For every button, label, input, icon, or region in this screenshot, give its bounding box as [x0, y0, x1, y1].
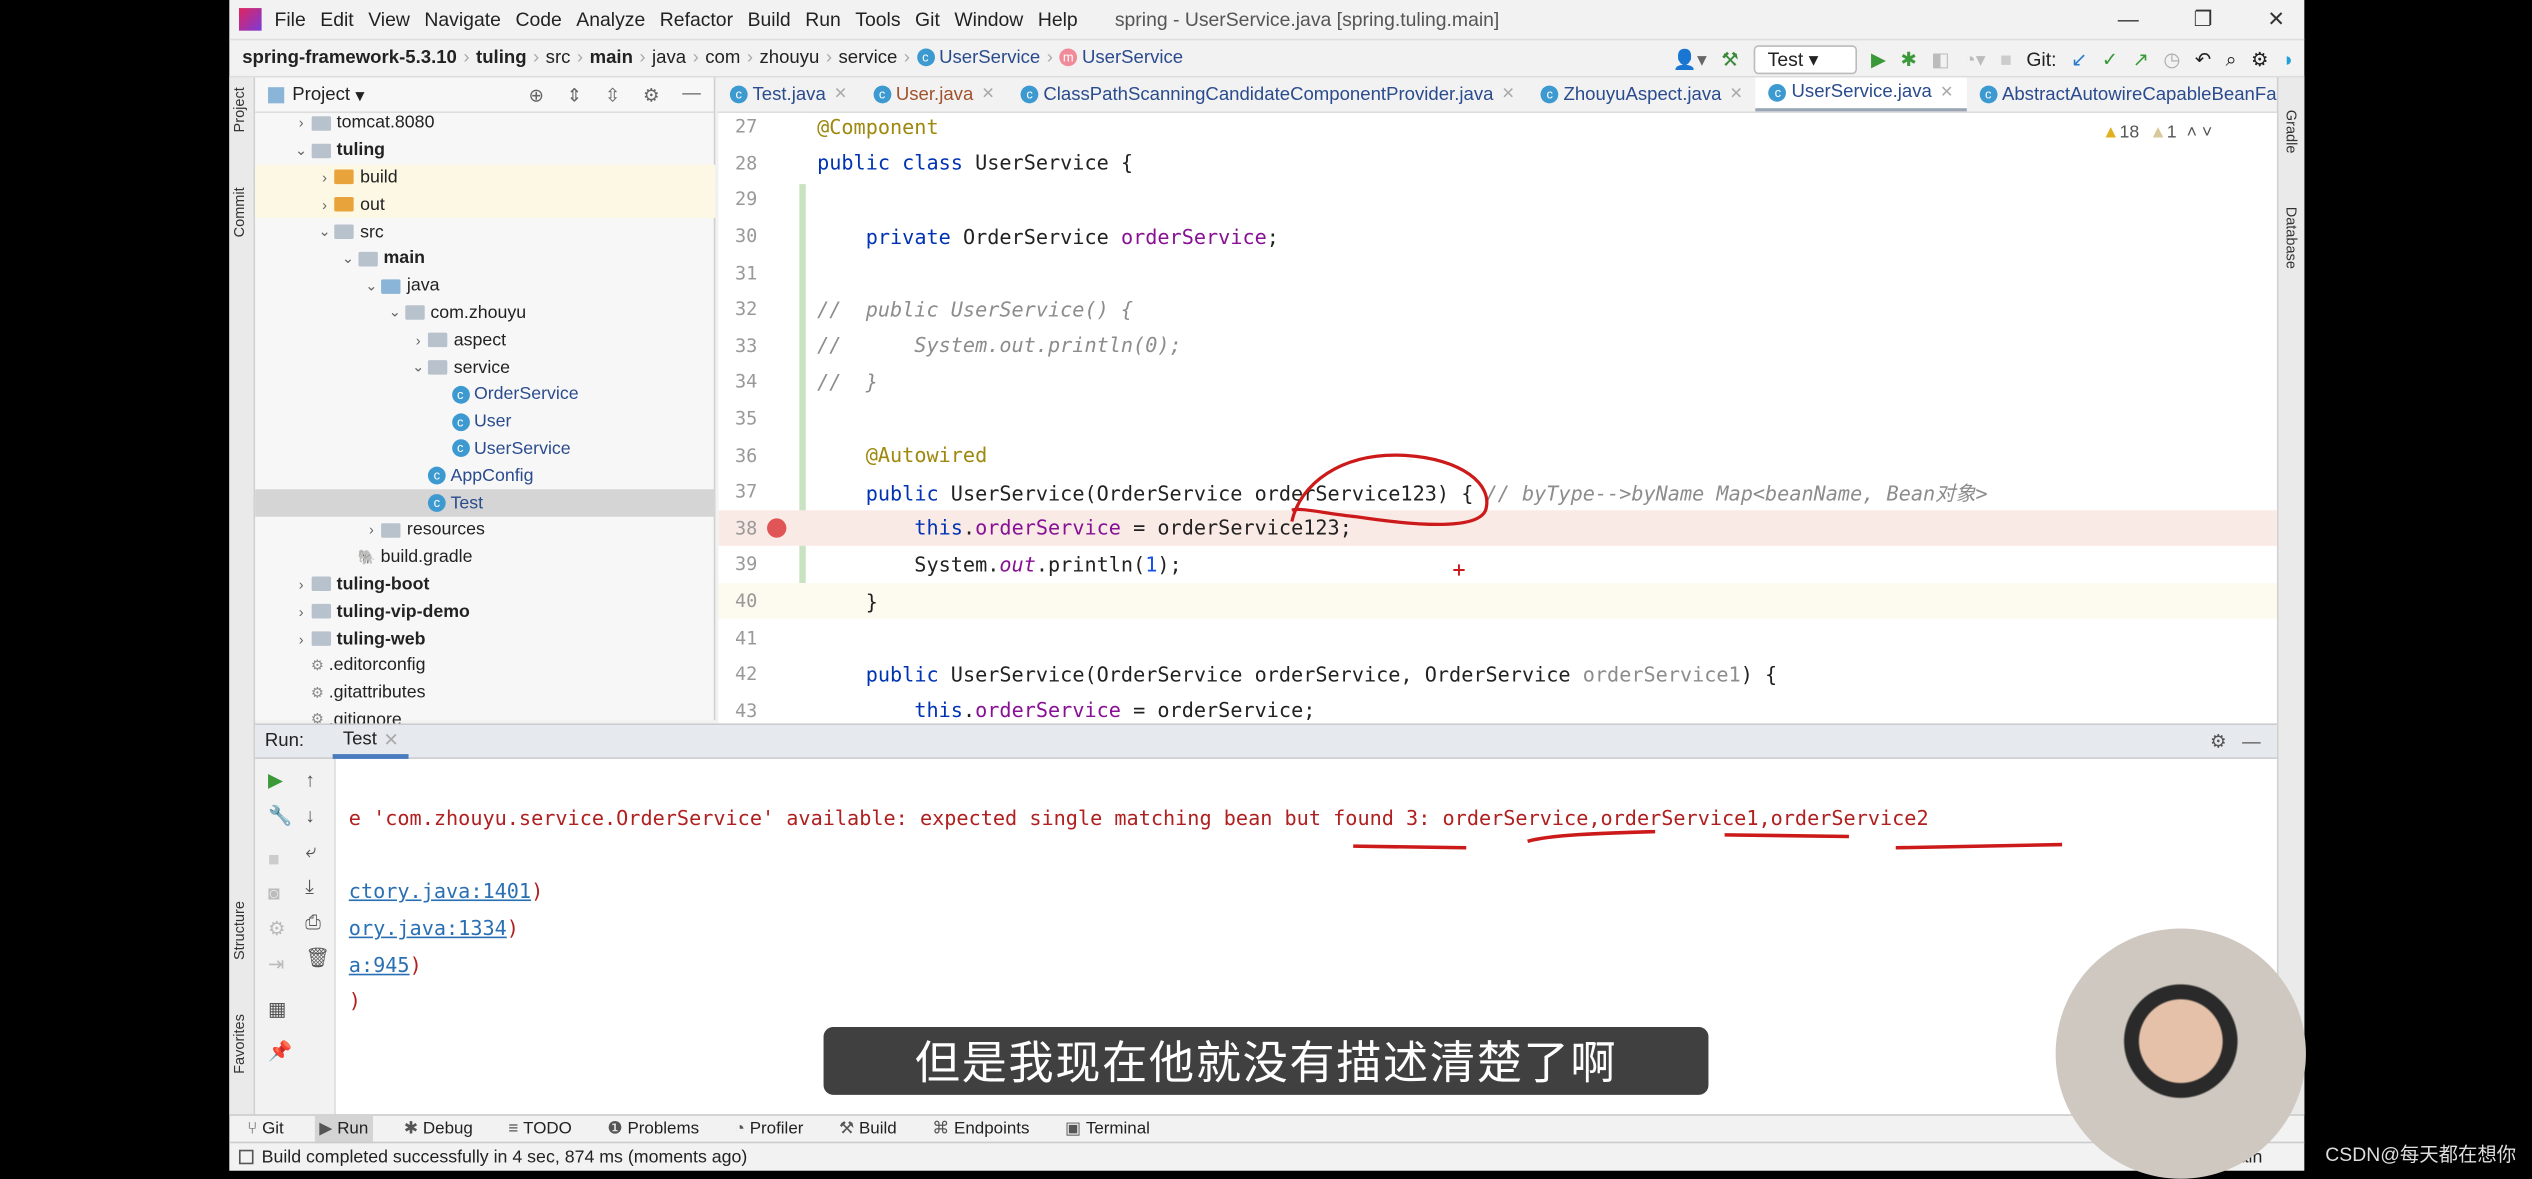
annotation-underline [1353, 844, 1467, 850]
annotation-underline [1724, 833, 1849, 839]
webcam-presenter [2055, 928, 2306, 1179]
video-subtitle: 但是我现在他就没有描述清楚了啊 [823, 1027, 1709, 1095]
watermark: CSDN@每天都在想你 [2325, 1143, 2517, 1166]
annotation-underline [1895, 842, 2063, 850]
annotation-circle [1290, 453, 1489, 527]
annotation-underline [1527, 829, 1656, 844]
cursor-crosshair [1453, 564, 1465, 576]
screen: File Edit View Navigate Code Analyze Refactor B… [0, 0, 2532, 1179]
